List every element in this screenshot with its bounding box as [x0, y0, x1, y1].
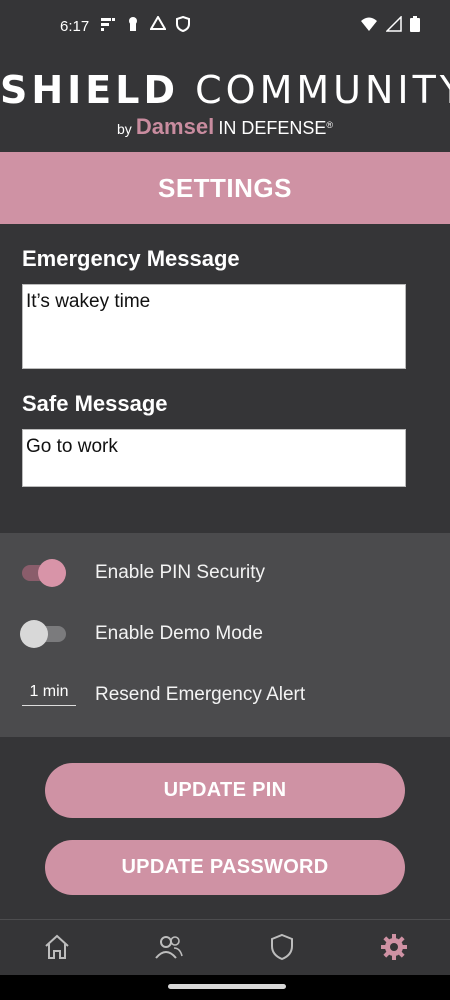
logo-by: by — [116, 121, 132, 137]
shield-icon — [271, 933, 293, 961]
app-logo: SHIELD COMMUNITY by Damsel IN DEFENSE® — [0, 68, 450, 140]
logo-registered: ® — [326, 120, 334, 130]
pin-security-label: Enable PIN Security — [95, 562, 266, 583]
home-indicator[interactable] — [168, 984, 286, 989]
logo-title-thin: COMMUNITY — [195, 68, 450, 112]
toggle-thumb — [38, 559, 66, 587]
shield-status-icon — [176, 16, 190, 32]
settings-gear-icon — [381, 934, 407, 960]
status-time: 6:17 — [60, 18, 90, 35]
nav-settings[interactable] — [379, 932, 409, 962]
community-icon — [155, 936, 183, 959]
nav-community[interactable] — [154, 932, 184, 962]
logo-subtitle: by Damsel IN DEFENSE® — [0, 114, 450, 140]
page-title: SETTINGS — [157, 172, 292, 203]
safe-message-input[interactable]: Go to work — [22, 429, 406, 487]
resend-alert-row: 1 min Resend Emergency Alert — [0, 675, 450, 715]
pin-security-toggle[interactable] — [22, 559, 66, 587]
toggle-thumb — [20, 620, 48, 648]
status-bar: 6:17 — [0, 0, 450, 58]
battery-icon — [410, 16, 420, 32]
update-password-button[interactable]: UPDATE PASSWORD — [45, 840, 405, 895]
emergency-message-label: Emergency Message — [22, 246, 240, 271]
bottom-nav — [0, 919, 450, 976]
demo-mode-toggle[interactable] — [20, 620, 66, 648]
status-left-icons — [100, 16, 190, 32]
resend-interval-select[interactable]: 1 min — [22, 683, 76, 706]
logo-defense: IN DEFENSE — [218, 118, 327, 138]
notification-icon — [101, 18, 115, 31]
safe-message-label: Safe Message — [22, 391, 168, 416]
status-right-icons — [360, 16, 420, 32]
logo-brand: Damsel — [135, 114, 215, 139]
logo-title: SHIELD COMMUNITY — [0, 68, 450, 112]
nav-home[interactable] — [42, 932, 72, 962]
signal-icon — [386, 16, 402, 32]
update-pin-button[interactable]: UPDATE PIN — [45, 763, 405, 818]
wifi-icon — [361, 17, 377, 31]
home-icon — [45, 934, 69, 959]
logo-title-bold: SHIELD — [0, 68, 180, 112]
recycle-icon — [150, 16, 166, 30]
keyhole-icon — [129, 17, 137, 31]
demo-mode-row: Enable Demo Mode — [0, 614, 450, 654]
options-panel: Enable PIN Security Enable Demo Mode 1 m… — [0, 533, 450, 737]
gesture-bar — [0, 975, 450, 1000]
settings-header: SETTINGS — [0, 152, 450, 224]
nav-shield[interactable] — [267, 932, 297, 962]
demo-mode-label: Enable Demo Mode — [95, 623, 263, 644]
pin-security-row: Enable PIN Security — [0, 553, 450, 593]
resend-alert-label: Resend Emergency Alert — [95, 684, 306, 705]
emergency-message-input[interactable]: It’s wakey time — [22, 284, 406, 369]
